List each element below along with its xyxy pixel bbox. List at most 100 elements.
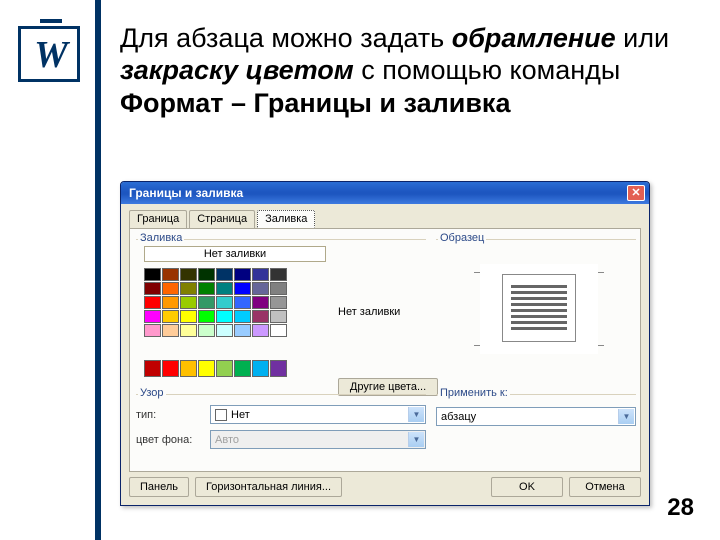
color-swatch[interactable] <box>252 360 269 377</box>
color-swatch[interactable] <box>270 360 287 377</box>
color-swatch[interactable] <box>180 268 197 281</box>
tab-strip: Граница Страница Заливка <box>121 204 649 228</box>
color-swatch[interactable] <box>252 268 269 281</box>
pattern-group-label: Узор <box>138 387 166 399</box>
apply-to-select[interactable]: абзацу ▼ <box>436 407 636 426</box>
color-swatch[interactable] <box>198 324 215 337</box>
color-palette[interactable] <box>144 268 287 337</box>
color-swatch[interactable] <box>162 324 179 337</box>
color-swatch[interactable] <box>270 324 287 337</box>
color-swatch[interactable] <box>198 282 215 295</box>
color-swatch[interactable] <box>144 282 161 295</box>
horizontal-line-button[interactable]: Горизонтальная линия... <box>195 477 342 497</box>
pattern-type-value: Нет <box>231 409 250 421</box>
color-swatch[interactable] <box>216 268 233 281</box>
borders-shading-dialog: Границы и заливка ✕ Граница Страница Зал… <box>120 181 650 506</box>
pattern-type-select[interactable]: Нет ▼ <box>210 405 426 424</box>
pattern-type-label: тип: <box>136 409 204 421</box>
color-swatch[interactable] <box>216 324 233 337</box>
color-swatch[interactable] <box>144 296 161 309</box>
color-swatch[interactable] <box>180 324 197 337</box>
logo: W <box>18 26 80 82</box>
titlebar[interactable]: Границы и заливка ✕ <box>121 182 649 204</box>
color-swatch[interactable] <box>234 360 251 377</box>
apply-to-value: абзацу <box>441 411 476 423</box>
preview-box <box>480 264 598 354</box>
pattern-color-select: Авто ▼ <box>210 430 426 449</box>
tab-panel-fill: Заливка Нет заливки Нет заливки Другие ц… <box>129 228 641 472</box>
dialog-title: Границы и заливка <box>129 186 243 200</box>
color-swatch[interactable] <box>180 310 197 323</box>
color-swatch[interactable] <box>216 310 233 323</box>
heading-text-2: или <box>616 23 669 53</box>
pattern-swatch <box>215 409 227 421</box>
color-swatch[interactable] <box>144 310 161 323</box>
tab-page[interactable]: Страница <box>189 210 255 228</box>
chevron-down-icon: ▼ <box>408 407 424 422</box>
color-swatch[interactable] <box>180 360 197 377</box>
color-swatch[interactable] <box>198 296 215 309</box>
heading-text-3: с помощью команды <box>354 55 621 85</box>
color-swatch[interactable] <box>144 268 161 281</box>
heading-command: Формат – Границы и заливка <box>120 88 510 118</box>
color-swatch[interactable] <box>252 296 269 309</box>
heading-text-1: Для абзаца можно задать <box>120 23 452 53</box>
color-swatch[interactable] <box>162 268 179 281</box>
color-swatch[interactable] <box>216 360 233 377</box>
color-swatch[interactable] <box>144 360 161 377</box>
apply-to-group: Применить к: абзацу ▼ <box>436 394 636 449</box>
heading-emphasis-1: обрамление <box>452 23 616 53</box>
fill-group-label: Заливка <box>138 232 184 244</box>
color-swatch[interactable] <box>180 296 197 309</box>
preview-group-label: Образец <box>438 232 486 244</box>
preview-page-icon <box>502 274 576 342</box>
vertical-divider <box>95 0 101 540</box>
color-swatch[interactable] <box>198 268 215 281</box>
color-swatch[interactable] <box>144 324 161 337</box>
color-swatch[interactable] <box>162 360 179 377</box>
no-fill-button[interactable]: Нет заливки <box>144 246 326 262</box>
ok-button[interactable]: OK <box>491 477 563 497</box>
pattern-group: Узор тип: Нет ▼ цвет фона: Авто ▼ <box>136 394 426 466</box>
pattern-color-value: Авто <box>215 434 239 446</box>
logo-letter: W <box>34 33 64 77</box>
dialog-button-row: Панель Горизонтальная линия... OK Отмена <box>129 477 641 497</box>
color-swatch[interactable] <box>234 324 251 337</box>
color-swatch[interactable] <box>162 310 179 323</box>
color-swatch[interactable] <box>198 360 215 377</box>
pattern-color-label: цвет фона: <box>136 434 204 446</box>
color-swatch[interactable] <box>162 296 179 309</box>
color-swatch[interactable] <box>252 324 269 337</box>
color-swatch[interactable] <box>270 282 287 295</box>
slide-heading: Для абзаца можно задать обрамление или з… <box>120 22 680 119</box>
color-swatch[interactable] <box>180 282 197 295</box>
color-swatch[interactable] <box>216 296 233 309</box>
apply-to-label: Применить к: <box>438 387 510 399</box>
fill-group: Заливка Нет заливки Нет заливки Другие ц… <box>136 239 426 389</box>
color-swatch[interactable] <box>162 282 179 295</box>
heading-emphasis-2: закраску цветом <box>120 55 354 85</box>
close-icon[interactable]: ✕ <box>627 185 645 201</box>
preview-group: Образец <box>436 239 636 389</box>
color-swatch[interactable] <box>198 310 215 323</box>
cancel-button[interactable]: Отмена <box>569 477 641 497</box>
color-swatch[interactable] <box>252 310 269 323</box>
color-swatch[interactable] <box>234 282 251 295</box>
color-swatch[interactable] <box>234 296 251 309</box>
color-swatch[interactable] <box>216 282 233 295</box>
tab-fill[interactable]: Заливка <box>257 210 315 228</box>
color-swatch[interactable] <box>234 268 251 281</box>
tab-border[interactable]: Граница <box>129 210 187 228</box>
color-swatch[interactable] <box>252 282 269 295</box>
slide-number: 28 <box>667 494 694 522</box>
color-swatch[interactable] <box>270 310 287 323</box>
current-fill-label: Нет заливки <box>338 306 423 318</box>
color-swatch[interactable] <box>270 296 287 309</box>
color-swatch[interactable] <box>234 310 251 323</box>
standard-colors-row[interactable] <box>144 360 287 377</box>
color-swatch[interactable] <box>270 268 287 281</box>
chevron-down-icon: ▼ <box>408 432 424 447</box>
toolbar-button[interactable]: Панель <box>129 477 189 497</box>
chevron-down-icon: ▼ <box>618 409 634 424</box>
slide-root: W Для абзаца можно задать обрамление или… <box>0 0 720 540</box>
